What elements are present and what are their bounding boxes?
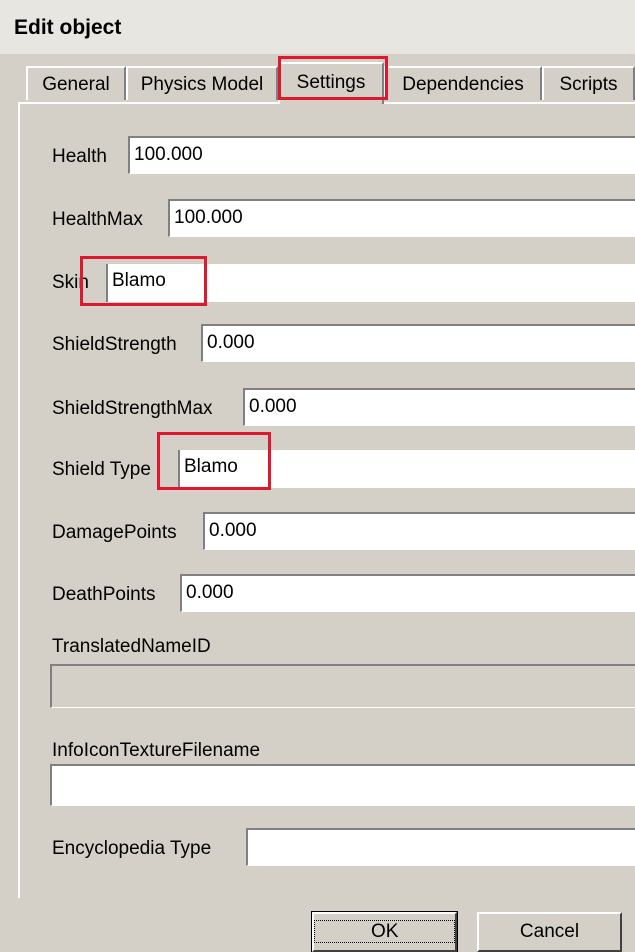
- cancel-button[interactable]: Cancel: [477, 912, 622, 952]
- translated-name-id-label: TranslatedNameID: [52, 636, 211, 657]
- tab-strip: General Physics Model Settings Dependenc…: [26, 62, 635, 104]
- tab-settings[interactable]: Settings: [278, 62, 384, 104]
- death-points-field[interactable]: 0.000: [180, 574, 635, 612]
- health-max-field[interactable]: 100.000: [168, 199, 635, 237]
- health-max-label: HealthMax: [52, 209, 143, 230]
- encyclopedia-type-label: Encyclopedia Type: [52, 838, 212, 859]
- damage-points-field[interactable]: 0.000: [203, 512, 635, 550]
- info-icon-texture-label: InfoIconTextureFilename: [52, 740, 261, 761]
- tab-physics-model[interactable]: Physics Model: [126, 66, 278, 100]
- health-label: Health: [52, 146, 107, 167]
- shield-strength-max-field[interactable]: 0.000: [243, 388, 635, 426]
- edit-object-dialog: Edit object General Physics Model Settin…: [0, 0, 635, 952]
- tab-general[interactable]: General: [26, 66, 126, 100]
- title-bar: Edit object: [0, 0, 635, 54]
- ok-button[interactable]: OK: [311, 911, 458, 952]
- shield-type-field[interactable]: Blamo: [178, 450, 635, 488]
- window-title: Edit object: [14, 16, 122, 39]
- shield-strength-label: ShieldStrength: [52, 334, 177, 355]
- info-icon-texture-field[interactable]: [50, 764, 635, 806]
- shield-strength-field[interactable]: 0.000: [201, 324, 635, 362]
- ok-button-label: OK: [314, 920, 456, 943]
- death-points-label: DeathPoints: [52, 584, 156, 605]
- skin-field[interactable]: Blamo: [106, 264, 635, 302]
- damage-points-label: DamagePoints: [52, 522, 177, 543]
- encyclopedia-type-field[interactable]: [246, 828, 635, 866]
- translated-name-id-field[interactable]: [50, 664, 635, 708]
- health-field[interactable]: 100.000: [128, 136, 635, 174]
- tab-scripts[interactable]: Scripts: [542, 66, 635, 100]
- skin-label: Skin: [52, 272, 89, 293]
- tab-dependencies[interactable]: Dependencies: [384, 66, 542, 100]
- shield-strength-max-label: ShieldStrengthMax: [52, 398, 213, 419]
- shield-type-label: Shield Type: [52, 459, 151, 480]
